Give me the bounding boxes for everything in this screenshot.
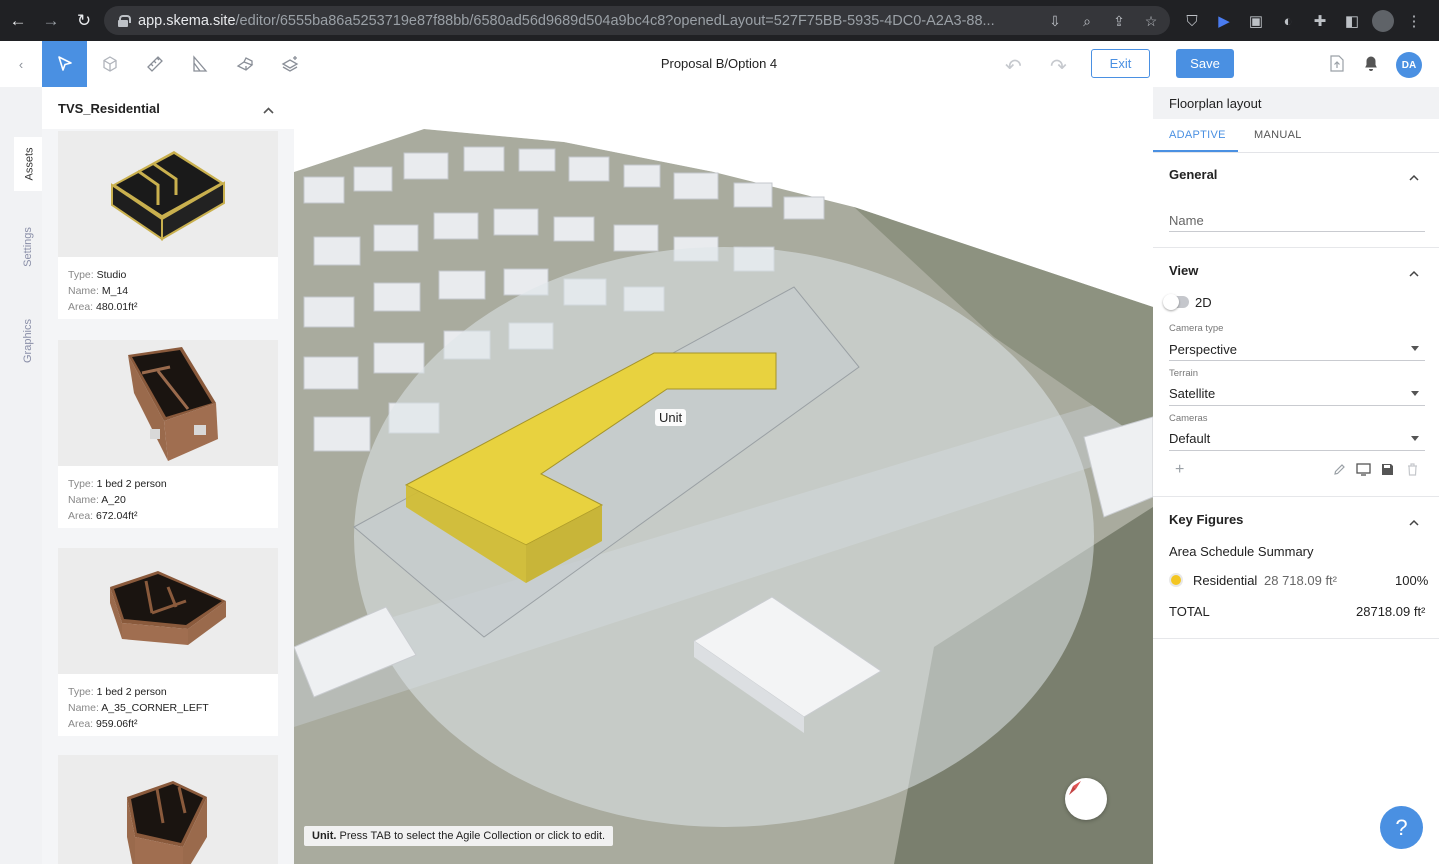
chevron-up-icon[interactable]: [1409, 169, 1419, 184]
residential-area: 28 718.09 ft²: [1264, 573, 1337, 588]
asset-card[interactable]: Type: Studio Name: M_14 Area: 480.01ft²: [58, 131, 278, 319]
cameras-select[interactable]: Default: [1169, 431, 1210, 446]
status-tooltip: Unit. Press TAB to select the Agile Coll…: [304, 826, 614, 846]
tab-manual[interactable]: MANUAL: [1254, 129, 1302, 141]
save-button[interactable]: Save: [1176, 49, 1234, 78]
video-extension-icon[interactable]: ▶: [1212, 9, 1236, 33]
back-icon[interactable]: ←: [3, 6, 33, 36]
asset-thumbnail: [58, 340, 278, 466]
building-tool-icon[interactable]: [222, 41, 267, 87]
save-disk-icon[interactable]: [1381, 463, 1394, 479]
asset-thumbnail: [58, 131, 278, 257]
name-input-underline: [1169, 231, 1425, 232]
section-divider: [1153, 496, 1439, 497]
panel-tabs: ADAPTIVE MANUAL: [1153, 119, 1439, 153]
address-bar[interactable]: app.skema.site/editor/6555ba86a5253719e8…: [104, 6, 1170, 35]
notification-bell-icon[interactable]: [1364, 55, 1378, 75]
residential-color-swatch: [1169, 573, 1183, 587]
project-title: Proposal B/Option 4: [660, 56, 778, 71]
exit-button[interactable]: Exit: [1091, 49, 1150, 78]
asset-card[interactable]: Type: 1 bed 2 person Name: A_35_CORNER_L…: [58, 548, 278, 736]
ruler-tool-icon[interactable]: [132, 41, 177, 87]
total-value: 28718.09 ft²: [1356, 604, 1426, 619]
asset-thumbnail: [58, 755, 278, 864]
area-schedule-title: Area Schedule Summary: [1169, 544, 1314, 559]
2d-toggle[interactable]: [1163, 294, 1189, 310]
area-tool-icon[interactable]: [177, 41, 222, 87]
terrain-label: Terrain: [1169, 368, 1199, 379]
share-icon[interactable]: ⇪: [1108, 10, 1130, 32]
add-layer-tool-icon[interactable]: [267, 41, 312, 87]
residential-label: Residential: [1193, 573, 1258, 588]
app-toolbar: ‹ Proposal B/Option 4 ↶ ↷ Exit Save DA: [0, 41, 1439, 87]
asset-thumbnail: [58, 548, 278, 674]
sidepanel-icon[interactable]: ◧: [1340, 9, 1364, 33]
user-avatar[interactable]: DA: [1396, 52, 1422, 78]
star-icon[interactable]: ☆: [1140, 10, 1162, 32]
cameras-label: Cameras: [1169, 413, 1208, 424]
shield-extension-icon[interactable]: ⛉: [1180, 9, 1204, 33]
help-button[interactable]: ?: [1380, 806, 1423, 849]
chevron-up-icon[interactable]: [263, 102, 274, 117]
residential-percent: 100%: [1395, 573, 1429, 588]
terrain-select[interactable]: Satellite: [1169, 386, 1215, 401]
tab-assets[interactable]: Assets: [14, 137, 44, 191]
key-figures-heading[interactable]: Key Figures: [1169, 512, 1243, 527]
active-tab-indicator: [1153, 150, 1238, 152]
screen-capture-icon[interactable]: [1356, 463, 1371, 479]
terrain-underline: [1169, 405, 1425, 406]
undo-icon[interactable]: ↶: [1005, 54, 1022, 79]
2d-toggle-label: 2D: [1195, 295, 1212, 310]
dropdown-caret-icon[interactable]: [1411, 346, 1419, 351]
cube-tool-icon[interactable]: [87, 41, 132, 87]
chevron-up-icon[interactable]: [1409, 514, 1419, 529]
export-file-icon[interactable]: [1330, 55, 1344, 75]
lock-icon: [118, 14, 131, 27]
trash-icon[interactable]: [1407, 463, 1418, 479]
chevron-up-icon[interactable]: [1409, 265, 1419, 280]
view-heading[interactable]: View: [1169, 263, 1198, 278]
collapse-chevron-icon[interactable]: ‹: [0, 41, 42, 87]
browser-toolbar: ← → ↻ app.skema.site/editor/6555ba86a525…: [0, 0, 1439, 41]
compass-icon[interactable]: [1065, 778, 1107, 820]
unit-label[interactable]: Unit: [655, 409, 687, 426]
forward-icon[interactable]: →: [36, 6, 66, 36]
reload-icon[interactable]: ↻: [69, 6, 99, 36]
vertical-tab-bar: Assets Settings Graphics: [0, 87, 44, 864]
map-viewport[interactable]: Unit Unit. Press TAB to select the Agile…: [294, 87, 1153, 864]
name-input[interactable]: Name: [1169, 213, 1204, 228]
puzzle-icon[interactable]: ✚: [1308, 9, 1332, 33]
add-camera-icon[interactable]: +: [1175, 461, 1184, 479]
kebab-menu-icon[interactable]: ⋮: [1402, 9, 1426, 33]
tab-adaptive[interactable]: ADAPTIVE: [1169, 129, 1226, 141]
camera-type-underline: [1169, 360, 1425, 361]
section-divider: [1153, 638, 1439, 639]
eye-extension-icon[interactable]: ◐: [1276, 9, 1300, 33]
dropdown-caret-icon[interactable]: [1411, 391, 1419, 396]
redo-icon[interactable]: ↷: [1050, 54, 1067, 79]
dropdown-caret-icon[interactable]: [1411, 436, 1419, 441]
asset-card[interactable]: [58, 755, 278, 864]
install-icon[interactable]: ⇩: [1044, 10, 1066, 32]
asset-card[interactable]: Type: 1 bed 2 person Name: A_20 Area: 67…: [58, 340, 278, 528]
url-text[interactable]: app.skema.site/editor/6555ba86a5253719e8…: [138, 13, 1058, 29]
edit-pencil-icon[interactable]: [1333, 463, 1346, 479]
assets-header[interactable]: TVS_Residential: [42, 87, 294, 129]
section-divider: [1153, 247, 1439, 248]
assets-panel: TVS_Residential Type: Studio Name: M_14 …: [42, 87, 294, 864]
properties-panel: Floorplan layout ADAPTIVE MANUAL General…: [1153, 87, 1439, 864]
panel-title: Floorplan layout: [1153, 87, 1439, 119]
zoom-icon[interactable]: ⌕: [1076, 10, 1098, 32]
general-heading[interactable]: General: [1169, 167, 1217, 182]
tab-settings[interactable]: Settings: [13, 215, 43, 279]
camera-type-label: Camera type: [1169, 323, 1224, 334]
camera-type-select[interactable]: Perspective: [1169, 342, 1237, 357]
satellite-scene: [294, 87, 1153, 864]
cameras-underline: [1169, 450, 1425, 451]
tab-graphics[interactable]: Graphics: [13, 309, 43, 373]
profile-avatar-icon[interactable]: [1372, 10, 1394, 32]
select-tool-icon[interactable]: [42, 41, 87, 87]
total-label: TOTAL: [1169, 604, 1210, 619]
tab-extension-icon[interactable]: ▣: [1244, 9, 1268, 33]
